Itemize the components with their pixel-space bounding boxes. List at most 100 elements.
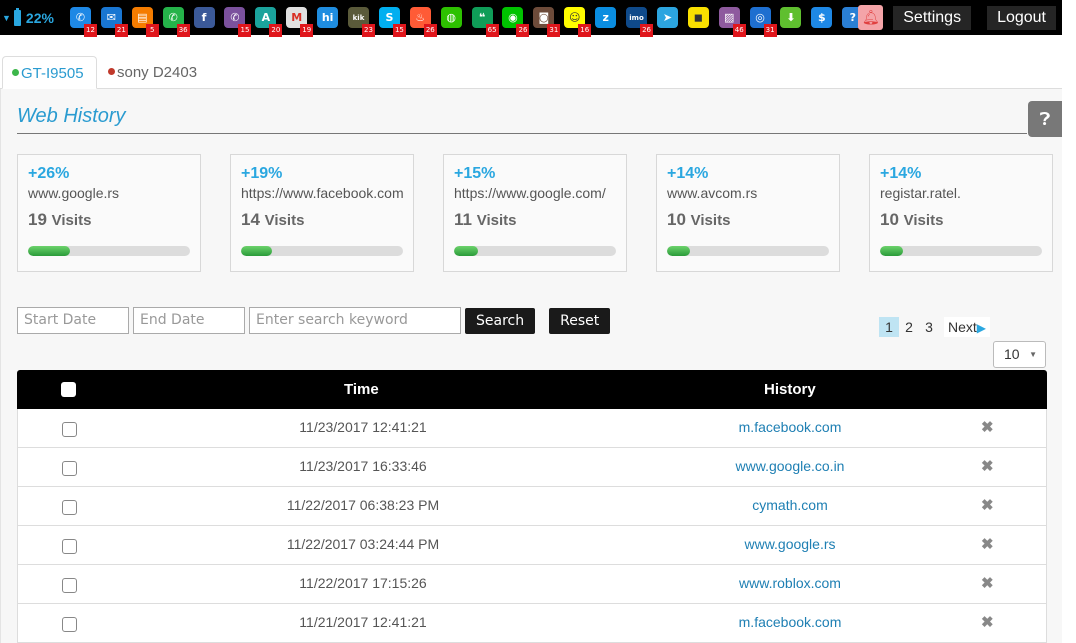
row-time: 11/22/2017 03:24:44 PM — [286, 536, 440, 552]
table-row: 11/23/2017 12:41:21 m.facebook.com ✖ — [17, 409, 1047, 448]
visit-count: 10 Visits — [667, 210, 829, 230]
app-glyph: kik — [352, 13, 365, 22]
page-1-link[interactable]: 1 — [879, 317, 899, 337]
dollar-icon[interactable]: $ — [811, 7, 833, 28]
search-keyword-input[interactable]: Enter search keyword — [249, 307, 461, 334]
app-glyph: ◍ — [446, 11, 456, 24]
sms-icon[interactable]: ▤ 5 — [131, 7, 159, 37]
download-arrow-icon[interactable]: ⬇ — [780, 7, 802, 28]
browser-globe-icon[interactable]: ◎ 31 — [749, 7, 777, 37]
app-glyph: imo — [629, 13, 644, 22]
zalo-icon[interactable]: z — [595, 7, 617, 28]
visit-change-percent: +26% — [28, 165, 70, 182]
delete-icon[interactable]: ✖ — [981, 574, 994, 592]
kik-icon[interactable]: kik 23 — [348, 7, 376, 37]
delete-icon[interactable]: ✖ — [981, 418, 994, 436]
logout-button[interactable]: Logout — [987, 5, 1056, 30]
app-glyph: ▤ — [137, 11, 148, 24]
offline-status-dot — [108, 67, 115, 75]
title-divider — [17, 133, 1027, 134]
site-url: https://www.google.com/ — [454, 185, 606, 201]
app-glyph: ➤ — [662, 11, 673, 24]
kakaotalk-icon[interactable]: ◼ — [687, 7, 709, 28]
instagram-icon[interactable]: ◙ 31 — [533, 7, 561, 37]
device-tabs: GT-I9505 sony D2403 — [0, 56, 1062, 89]
row-history-link[interactable]: m.facebook.com — [690, 419, 890, 435]
site-stat-card: +14% www.avcom.rs 10 Visits — [656, 154, 840, 272]
bell-icon: 🔔︎ — [861, 9, 880, 25]
per-page-value: 10 — [1004, 346, 1020, 362]
online-status-dot — [12, 68, 19, 76]
visit-progress-fill — [667, 246, 690, 256]
notification-count-badge: 5 — [145, 24, 159, 37]
page-2-link[interactable]: 2 — [899, 317, 919, 337]
gmail-icon[interactable]: M 19 — [286, 7, 314, 37]
battery-indicator: ▼ 22% — [2, 7, 70, 26]
delete-icon[interactable]: ✖ — [981, 613, 994, 631]
next-page-link[interactable]: Next▶ — [944, 317, 991, 337]
visit-count: 10 Visits — [880, 210, 1042, 230]
snapchat-icon[interactable]: ☺ 16 — [564, 7, 592, 37]
app-glyph: z — [602, 11, 609, 24]
delete-icon[interactable]: ✖ — [981, 496, 994, 514]
app-glyph: ✉ — [106, 11, 116, 24]
per-page-select[interactable]: 10 ▼ — [993, 341, 1046, 368]
hike-icon[interactable]: hi — [317, 7, 339, 28]
tab-device-gt-i9505[interactable]: GT-I9505 — [2, 56, 97, 89]
email-icon[interactable]: ✉ 21 — [100, 7, 128, 37]
app-glyph: ▨ — [724, 11, 735, 24]
start-date-input[interactable]: Start Date — [17, 307, 129, 334]
row-history-link[interactable]: cymath.com — [690, 497, 890, 513]
row-history-link[interactable]: www.google.co.in — [690, 458, 890, 474]
app-glyph: ⬇ — [786, 11, 796, 24]
visit-count: 19 Visits — [28, 210, 190, 230]
imo-icon[interactable]: imo 26 — [626, 7, 654, 37]
end-date-input[interactable]: End Date — [133, 307, 245, 334]
app-glyph: ✆ — [168, 11, 178, 24]
facebook-icon[interactable]: f — [193, 7, 215, 28]
wechat-icon[interactable]: ◍ — [440, 7, 462, 28]
select-all-checkbox[interactable] — [61, 382, 76, 397]
notification-bell-button[interactable]: 🔔︎ — [858, 5, 884, 30]
visit-progress-fill — [454, 246, 479, 256]
tab-device-sony-d2403[interactable]: sony D2403 — [108, 56, 197, 89]
whatsapp-icon[interactable]: ✆ 36 — [162, 7, 190, 37]
hangouts-a-icon[interactable]: A 20 — [255, 7, 283, 37]
help-button[interactable]: ❓︎ — [1028, 101, 1062, 137]
row-time: 11/23/2017 12:41:21 — [299, 419, 427, 435]
gallery-icon[interactable]: ▨ 46 — [718, 7, 746, 37]
phone-icon[interactable]: ✆ 12 — [70, 7, 97, 37]
notification-count-badge: 16 — [578, 24, 592, 37]
site-stat-card: +19% https://www.facebook.com 14 Visits — [230, 154, 414, 272]
page-3-link[interactable]: 3 — [919, 317, 939, 337]
delete-icon[interactable]: ✖ — [981, 535, 994, 553]
delete-icon[interactable]: ✖ — [981, 457, 994, 475]
chevron-down-icon[interactable]: ▼ — [2, 13, 11, 23]
line-icon[interactable]: ◉ 26 — [502, 7, 530, 37]
visit-progress-fill — [880, 246, 903, 256]
tab-label: GT-I9505 — [21, 65, 84, 82]
telegram-icon[interactable]: ➤ — [656, 7, 678, 28]
viber-icon[interactable]: ✆ 15 — [224, 7, 252, 37]
settings-button[interactable]: Settings — [893, 5, 972, 30]
row-time: 11/22/2017 17:15:26 — [299, 575, 427, 591]
row-history-link[interactable]: m.facebook.com — [690, 614, 890, 630]
visit-change-percent: +14% — [880, 165, 922, 182]
search-button[interactable]: Search — [465, 307, 536, 334]
hangouts-icon[interactable]: ❝ 65 — [471, 7, 499, 37]
tinder-icon[interactable]: ♨ 26 — [409, 7, 437, 37]
reset-button[interactable]: Reset — [549, 307, 611, 334]
row-history-link[interactable]: www.roblox.com — [690, 575, 890, 591]
visits-label: Visits — [264, 212, 305, 229]
visit-count-value: 19 — [28, 210, 47, 229]
app-glyph: S — [385, 11, 394, 24]
row-history-link[interactable]: www.google.rs — [690, 536, 890, 552]
site-stat-card: +15% https://www.google.com/11 Visits — [443, 154, 627, 272]
skype-icon[interactable]: S 15 — [378, 7, 406, 37]
app-glyph: ♨ — [415, 11, 426, 24]
notification-count-badge: 31 — [547, 24, 561, 37]
history-column-header: History — [764, 381, 816, 398]
page-title: Web History — [17, 105, 126, 127]
help-question-icon: ❓︎ — [1039, 108, 1051, 129]
row-time: 11/21/2017 12:41:21 — [299, 614, 427, 630]
